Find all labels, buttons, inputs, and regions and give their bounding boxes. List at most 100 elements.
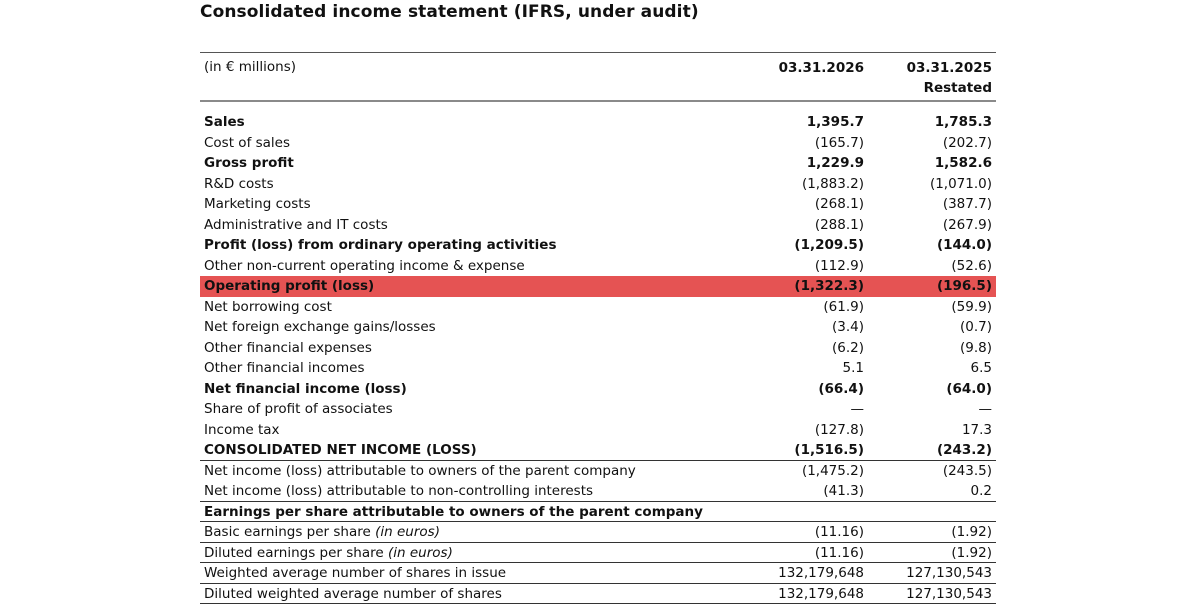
value-2026: (112.9) [815, 256, 864, 277]
table-row: Administrative and IT costs (288.1) (267.9… [200, 215, 996, 236]
value-2025: (267.9) [943, 215, 992, 236]
value-2025: (387.7) [943, 194, 992, 215]
row-label-text: Net financial income (loss) [204, 381, 407, 397]
row-label: Net financial income (loss) [204, 379, 407, 400]
row-label: Earnings per share attributable to owner… [204, 502, 703, 523]
row-label-text: Sales [204, 114, 245, 130]
row-label-text: Income tax [204, 422, 280, 438]
value-2025: 6.5 [971, 358, 992, 379]
table-row: Gross profit 1,229.9 1,582.6 [200, 153, 996, 174]
row-label-text: Other financial expenses [204, 340, 372, 356]
value-2026: (1,475.2) [802, 461, 864, 482]
unit-label: (in € millions) [204, 59, 296, 75]
table-row: Sales1,395.71,785.3 [200, 112, 996, 133]
row-label: Income tax [204, 420, 280, 441]
value-2025: (59.9) [951, 297, 992, 318]
value-2026: 5.1 [843, 358, 864, 379]
statement-title: Consolidated income statement (IFRS, und… [200, 2, 699, 22]
value-2025: 0.2 [971, 481, 992, 502]
row-label: Diluted earnings per share (in euros) [204, 543, 453, 564]
row-label: Diluted weighted average number of share… [204, 584, 502, 604]
value-2026: (41.3) [823, 481, 864, 502]
value-2026: (165.7) [815, 133, 864, 154]
row-label-text: Administrative and IT costs [204, 217, 388, 233]
table-row: Share of profit of associates — — [200, 399, 996, 420]
table-row: Net borrowing cost (61.9) (59.9) [200, 297, 996, 318]
table-header: (in € millions) 03.31.2026 03.31.2025 Re… [200, 53, 996, 102]
value-2025: (1,071.0) [930, 174, 992, 195]
row-label-text: Other non-current operating income & exp… [204, 258, 525, 274]
row-label: Other financial incomes [204, 358, 364, 379]
row-label-text: Net income (loss) attributable to owners… [204, 463, 636, 479]
row-label: CONSOLIDATED NET INCOME (LOSS) [204, 440, 477, 461]
value-2025: (202.7) [943, 133, 992, 154]
row-label: Net income (loss) attributable to non-co… [204, 481, 593, 502]
row-label-text: Gross profit [204, 155, 294, 171]
table-row: Income tax (127.8) 17.3 [200, 420, 996, 441]
table-row: CONSOLIDATED NET INCOME (LOSS) (1,516.5) (… [200, 440, 996, 461]
value-2025: (52.6) [951, 256, 992, 277]
table-row-highlighted: Operating profit (loss)(1,322.3)(196.5) [200, 276, 996, 297]
value-2026: (11.16) [815, 543, 864, 564]
column-header-2025-date: 03.31.2025 [907, 60, 992, 76]
value-2026: (1,883.2) [802, 174, 864, 195]
value-2025: (243.2) [937, 440, 992, 461]
row-label: Sales [204, 112, 245, 133]
table-row: Marketing costs (268.1) (387.7) [200, 194, 996, 215]
value-2025: 17.3 [962, 420, 992, 441]
value-2026: — [851, 399, 865, 420]
value-2026: (127.8) [815, 420, 864, 441]
row-label-text: Other financial incomes [204, 360, 364, 376]
row-label: Basic earnings per share (in euros) [204, 522, 440, 543]
value-2026: (1,516.5) [794, 440, 864, 461]
value-2025: 1,582.6 [935, 153, 992, 174]
value-2026: (6.2) [832, 338, 864, 359]
row-label-text: Net borrowing cost [204, 299, 332, 315]
row-label: Other non-current operating income & exp… [204, 256, 525, 277]
table-row: Net income (loss) attributable to owners… [200, 461, 996, 482]
value-2025: (144.0) [937, 235, 992, 256]
value-2025: 1,785.3 [935, 112, 992, 133]
row-label-text: Diluted weighted average number of share… [204, 586, 502, 602]
row-label: Gross profit [204, 153, 294, 174]
row-label: Share of profit of associates [204, 399, 393, 420]
table-row: R&D costs (1,883.2) (1,071.0) [200, 174, 996, 195]
value-2026: (288.1) [815, 215, 864, 236]
value-2025: 127,130,543 [906, 563, 992, 584]
row-label: Weighted average number of shares in iss… [204, 563, 506, 584]
row-label-text: Basic earnings per share [204, 524, 371, 540]
value-2025: (243.5) [943, 461, 992, 482]
value-2025: — [979, 399, 993, 420]
value-2025: (9.8) [960, 338, 992, 359]
value-2026: (61.9) [823, 297, 864, 318]
row-label: Cost of sales [204, 133, 290, 154]
value-2025: (0.7) [960, 317, 992, 338]
value-2026: (268.1) [815, 194, 864, 215]
table-row: Other financial incomes 5.1 6.5 [200, 358, 996, 379]
table-row: Net income (loss) attributable to non-co… [200, 481, 996, 502]
row-label: Other financial expenses [204, 338, 372, 359]
row-label: Marketing costs [204, 194, 311, 215]
row-label-text: Profit (loss) from ordinary operating ac… [204, 237, 556, 253]
value-2025: (196.5) [937, 276, 992, 297]
value-2025: (64.0) [946, 379, 992, 400]
table-row: Weighted average number of shares in iss… [200, 563, 996, 584]
row-label-text: Marketing costs [204, 196, 311, 212]
row-label-text: Cost of sales [204, 135, 290, 151]
column-header-2026: 03.31.2026 [779, 58, 864, 78]
value-2026: (3.4) [832, 317, 864, 338]
table-row: Net financial income (loss)(66.4)(64.0) [200, 379, 996, 400]
value-2026: 1,229.9 [807, 153, 864, 174]
value-2026: (11.16) [815, 522, 864, 543]
value-2025: (1.92) [951, 522, 992, 543]
row-label: R&D costs [204, 174, 274, 195]
row-label: Net income (loss) attributable to owners… [204, 461, 636, 482]
table-row: Earnings per share attributable to owner… [200, 502, 996, 523]
table-row: Diluted weighted average number of share… [200, 584, 996, 604]
row-label: Net foreign exchange gains/losses [204, 317, 436, 338]
value-2026: 132,179,648 [778, 584, 864, 604]
table-row: Cost of sales (165.7) (202.7) [200, 133, 996, 154]
income-statement-table: (in € millions) 03.31.2026 03.31.2025 Re… [200, 52, 996, 604]
table-row: Net foreign exchange gains/losses (3.4) (0… [200, 317, 996, 338]
row-label-text: Net income (loss) attributable to non-co… [204, 483, 593, 499]
